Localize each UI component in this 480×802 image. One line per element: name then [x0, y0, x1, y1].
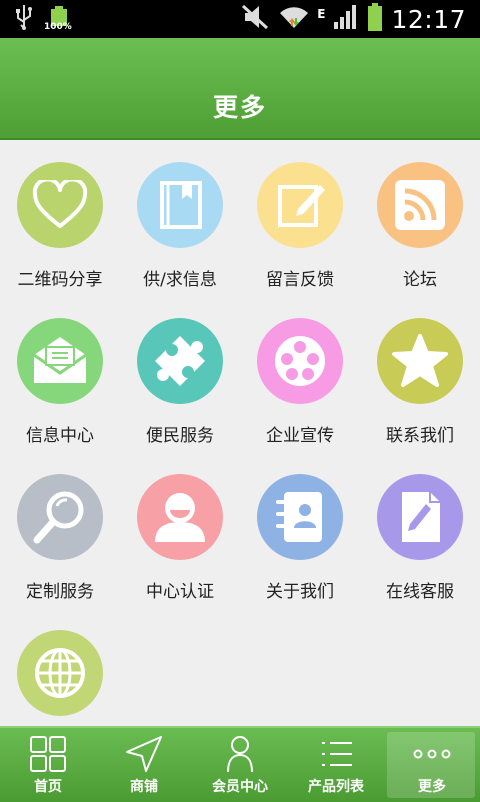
tab-label: 首页: [34, 779, 62, 795]
grid-item-label: 便民服务: [146, 426, 214, 446]
more-dots-icon: [413, 749, 451, 759]
grid-item-feedback[interactable]: 留言反馈: [240, 140, 360, 296]
tab-label: 商铺: [130, 779, 158, 795]
tab-member-center[interactable]: 会员中心: [192, 728, 288, 802]
edit-icon: [257, 162, 343, 248]
mute-icon: [241, 4, 271, 34]
grid-item-supply-demand[interactable]: 供/求信息: [120, 140, 240, 296]
puzzle-icon: [137, 318, 223, 404]
usb-icon: [14, 4, 34, 34]
navigation-arrow-icon: [126, 736, 162, 772]
grid-item-label: 信息中心: [26, 426, 94, 446]
wifi-icon: [279, 4, 309, 34]
grid-item-qrcode-share[interactable]: 二维码分享: [0, 140, 120, 296]
user-icon: [137, 474, 223, 560]
grid-item-label: 中心认证: [146, 582, 214, 602]
grid-item-online-service[interactable]: 在线客服: [360, 452, 480, 608]
home-grid-icon: [30, 736, 66, 772]
grid-item-about-us[interactable]: 关于我们: [240, 452, 360, 608]
title-bar: 更多: [0, 38, 480, 140]
star-icon: [377, 318, 463, 404]
grid-item-label: 定制服务: [26, 582, 94, 602]
tab-label: 产品列表: [308, 779, 364, 795]
grid-item-label: 企业宣传: [266, 426, 334, 446]
magnifier-icon: [17, 474, 103, 560]
battery-full-icon: 100%: [44, 6, 72, 32]
network-type-label: E: [317, 7, 326, 21]
grid-item-label: 在线客服: [386, 582, 454, 602]
tab-label: 更多: [418, 779, 446, 795]
tab-home[interactable]: 首页: [0, 728, 96, 802]
grid-item-label: 供/求信息: [143, 270, 217, 290]
grid-item-promotion[interactable]: 企业宣传: [240, 296, 360, 452]
status-bar: 100% E 12:17: [0, 0, 480, 38]
grid-item-info-center[interactable]: 信息中心: [0, 296, 120, 452]
document-edit-icon: [377, 474, 463, 560]
grid-item-label: 关于我们: [266, 582, 334, 602]
clock: 12:17: [391, 4, 466, 34]
list-icon: [322, 742, 352, 766]
globe-icon: [17, 630, 103, 716]
bottom-tab-bar: 首页 商铺 会员中心 产品列表 更多: [0, 726, 480, 802]
tab-shops[interactable]: 商铺: [96, 728, 192, 802]
person-icon: [227, 736, 253, 773]
grid-item-label: 二维码分享: [17, 270, 103, 290]
tab-product-list[interactable]: 产品列表: [288, 728, 384, 802]
signal-icon: [333, 4, 359, 34]
grid-item-custom-service[interactable]: 定制服务: [0, 452, 120, 608]
grid-item-forum[interactable]: 论坛: [360, 140, 480, 296]
battery-icon: [367, 3, 383, 35]
grid-item-label: 联系我们: [386, 426, 454, 446]
menu-grid: 二维码分享 供/求信息 留言反馈 论坛 信息中心 便民服务 企业宣传 联系我们 …: [0, 140, 480, 726]
contacts-icon: [257, 474, 343, 560]
book-icon: [137, 162, 223, 248]
tab-label: 会员中心: [212, 779, 268, 795]
grid-item-certification[interactable]: 中心认证: [120, 452, 240, 608]
grid-item-label: 论坛: [403, 270, 437, 290]
grid-item-convenience-service[interactable]: 便民服务: [120, 296, 240, 452]
grid-item-contact-us[interactable]: 联系我们: [360, 296, 480, 452]
film-reel-icon: [257, 318, 343, 404]
grid-item-label: 留言反馈: [266, 270, 334, 290]
page-title: 更多: [212, 93, 267, 122]
rss-icon: [377, 162, 463, 248]
envelope-icon: [17, 318, 103, 404]
tab-more[interactable]: 更多: [384, 728, 480, 802]
battery-percent: 100%: [44, 22, 72, 32]
heart-icon: [17, 162, 103, 248]
